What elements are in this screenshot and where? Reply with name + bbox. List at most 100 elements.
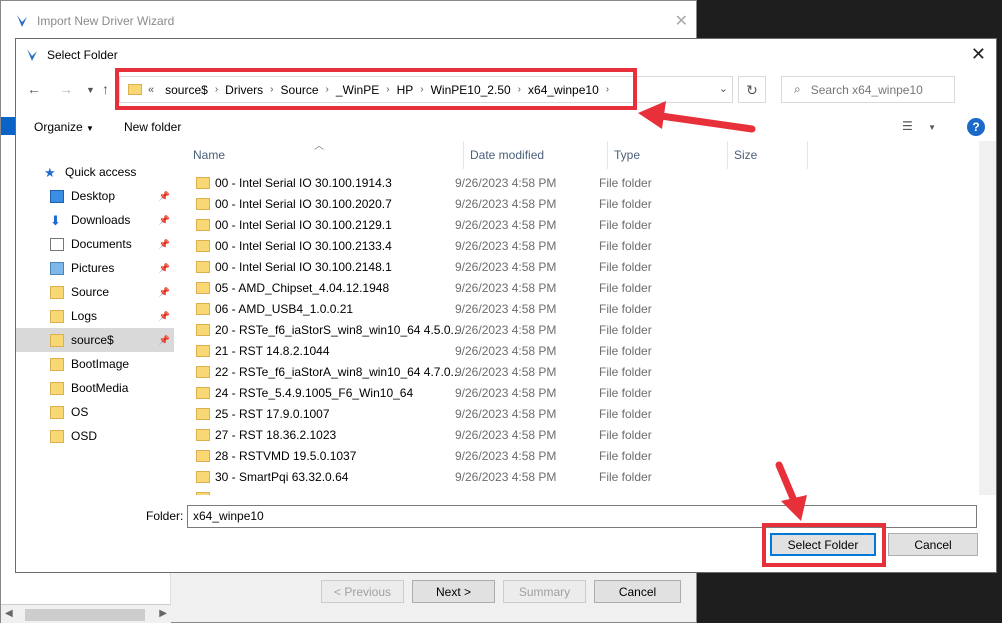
file-name: 28 - RSTVMD 19.5.0.1037 [215, 449, 357, 463]
scroll-left-icon[interactable]: ◀ [5, 608, 13, 619]
organize-menu[interactable]: Organize ▼ [34, 120, 94, 134]
file-type: File folder [599, 344, 652, 358]
wizard-title: Import New Driver Wizard [37, 14, 175, 28]
file-date: 9/26/2023 4:58 PM [455, 428, 557, 442]
address-dropdown-chevron-icon[interactable]: ⌄ [719, 82, 728, 95]
annotation-box-address-bar [115, 68, 637, 110]
sidebar-item-label: Downloads [71, 213, 131, 227]
organize-label: Organize [34, 120, 83, 134]
annotation-arrow-icon [775, 461, 807, 521]
sidebar-item[interactable]: OS [16, 400, 174, 424]
pictures-icon [50, 261, 64, 275]
dialog-close-icon[interactable]: ✕ [971, 44, 986, 65]
search-input[interactable]: Search x64_winpe10 [811, 83, 923, 97]
sidebar-item-label: OS [71, 405, 89, 419]
back-arrow-icon[interactable]: ← [27, 81, 41, 97]
file-row[interactable]: 28 - RSTVMD 19.5.0.1037 9/26/2023 4:58 PM… [176, 446, 992, 467]
folder-icon [50, 309, 64, 323]
help-icon[interactable]: ? [967, 118, 985, 136]
file-date: 9/26/2023 4:58 PM [455, 197, 557, 211]
file-row[interactable]: 06 - AMD_USB4_1.0.0.21 9/26/2023 4:58 PM F… [176, 299, 992, 320]
file-row[interactable]: 30 - SmartPqi 63.32.0.64 9/26/2023 4:58 P… [176, 467, 992, 488]
file-name: 06 - AMD_USB4_1.0.0.21 [215, 302, 354, 316]
file-row[interactable]: 21 - RST 14.8.2.1044 9/26/2023 4:58 PM Fil… [176, 341, 992, 362]
file-row[interactable]: 27 - RST 18.36.2.1023 9/26/2023 4:58 PM Fi… [176, 425, 992, 446]
file-list-scrollbar[interactable] [979, 141, 996, 495]
wizard-button-bar: < Previous Next > Summary Cancel [321, 580, 681, 603]
folder-label: Folder: [146, 509, 184, 523]
sidebar-item[interactable]: OSD [16, 424, 174, 448]
file-date: 9/26/2023 4:58 PM [455, 218, 557, 232]
star-icon: ★ [44, 164, 56, 180]
next-button[interactable]: Next > [412, 580, 495, 603]
new-folder-button[interactable]: New folder [124, 120, 181, 134]
summary-button[interactable]: Summary [503, 580, 586, 603]
column-header-type[interactable]: Type [608, 141, 728, 169]
file-date: 9/26/2023 4:58 PM [455, 365, 557, 379]
sidebar-item-label: Desktop [71, 189, 116, 203]
sidebar-item[interactable]: Logs 📌 [16, 304, 174, 328]
file-row[interactable]: 22 - RSTe_f6_iaStorA_win8_win10_64 4.7.0… [176, 362, 992, 383]
file-row[interactable]: 00 - Intel Serial IO 30.100.2148.1 9/26/2… [176, 257, 992, 278]
file-row[interactable]: 00 - Intel Serial IO 30.100.2129.1 9/26/2… [176, 215, 992, 236]
sidebar-item[interactable]: Documents 📌 [16, 232, 174, 256]
sidebar-item[interactable]: Pictures 📌 [16, 256, 174, 280]
wizard-nav-highlight [1, 117, 15, 135]
wizard-horizontal-scrollbar[interactable]: ◀ ▶ [1, 604, 171, 623]
file-row[interactable]: 25 - RST 17.9.0.1007 9/26/2023 4:58 PM Fil… [176, 404, 992, 425]
folder-icon [196, 261, 210, 273]
file-date: 9/26/2023 4:58 PM [455, 176, 557, 190]
recent-locations-chevron-icon[interactable]: ▼ [86, 85, 95, 95]
wizard-close-icon[interactable]: ✕ [675, 11, 688, 31]
file-date: 9/26/2023 4:58 PM [455, 260, 557, 274]
forward-arrow-icon[interactable]: → [59, 81, 73, 97]
file-name: 00 - Intel Serial IO 30.100.2133.4 [215, 239, 392, 253]
previous-button[interactable]: < Previous [321, 580, 404, 603]
sidebar-item[interactable]: Desktop 📌 [16, 184, 174, 208]
scroll-right-icon[interactable]: ▶ [159, 608, 167, 619]
documents-icon [50, 237, 64, 251]
file-name: 00 - Intel Serial IO 30.100.2148.1 [215, 260, 392, 274]
sidebar-item[interactable]: ⬇ Downloads 📌 [16, 208, 174, 232]
chevron-down-icon: ▼ [86, 124, 94, 133]
pin-icon: 📌 [158, 286, 170, 297]
sidebar-item-label: source$ [71, 333, 114, 347]
file-type: File folder [599, 260, 652, 274]
pin-icon: 📌 [158, 190, 170, 201]
cancel-button[interactable]: Cancel [888, 533, 978, 556]
file-date: 9/26/2023 4:58 PM [455, 470, 557, 484]
column-header-date[interactable]: Date modified [464, 141, 608, 169]
file-row[interactable]: 05 - AMD_Chipset_4.04.12.1948 9/26/2023 4… [176, 278, 992, 299]
sidebar-item-label: BootMedia [71, 381, 129, 395]
file-row[interactable]: 24 - RSTe_5.4.9.1005_F6_Win10_64 9/26/202… [176, 383, 992, 404]
file-row[interactable]: 00 - Intel Serial IO 30.100.1914.3 9/26/2… [176, 173, 992, 194]
folder-icon [50, 285, 64, 299]
folder-icon [196, 240, 210, 252]
sidebar-item[interactable]: BootMedia [16, 376, 174, 400]
file-row[interactable]: 00 - Intel Serial IO 30.100.2133.4 9/26/2… [176, 236, 992, 257]
folder-icon [196, 177, 210, 189]
scroll-thumb[interactable] [25, 609, 145, 621]
download-arrow-icon: ⬇ [50, 212, 61, 228]
folder-icon [196, 387, 210, 399]
sidebar-item-label: OSD [71, 429, 98, 443]
up-arrow-icon[interactable]: ↑ [102, 81, 109, 97]
file-date: 9/26/2023 4:58 PM [455, 323, 557, 337]
column-header-name[interactable]: ︿ Name [176, 141, 464, 169]
file-row-partial[interactable] [176, 488, 992, 495]
file-date: 9/26/2023 4:58 PM [455, 281, 557, 295]
sidebar-item[interactable]: BootImage [16, 352, 174, 376]
file-name: 20 - RSTe_f6_iaStorS_win8_win10_64 4.5.0… [215, 323, 464, 337]
file-row[interactable]: 00 - Intel Serial IO 30.100.2020.7 9/26/2… [176, 194, 992, 215]
folder-icon [196, 198, 210, 210]
sidebar-item[interactable]: source$ 📌 [16, 328, 174, 352]
sidebar-item[interactable]: Source 📌 [16, 280, 174, 304]
wizard-cancel-button[interactable]: Cancel [594, 580, 681, 603]
file-type: File folder [599, 197, 652, 211]
column-header-size[interactable]: Size [728, 141, 808, 169]
search-box[interactable]: ⌕ Search x64_winpe10 [781, 76, 955, 103]
sidebar-item[interactable]: ★ Quick access [16, 160, 174, 184]
file-name: 30 - SmartPqi 63.32.0.64 [215, 470, 349, 484]
file-row[interactable]: 20 - RSTe_f6_iaStorS_win8_win10_64 4.5.0… [176, 320, 992, 341]
change-view-icon[interactable]: ☰ ▼ [902, 119, 936, 133]
